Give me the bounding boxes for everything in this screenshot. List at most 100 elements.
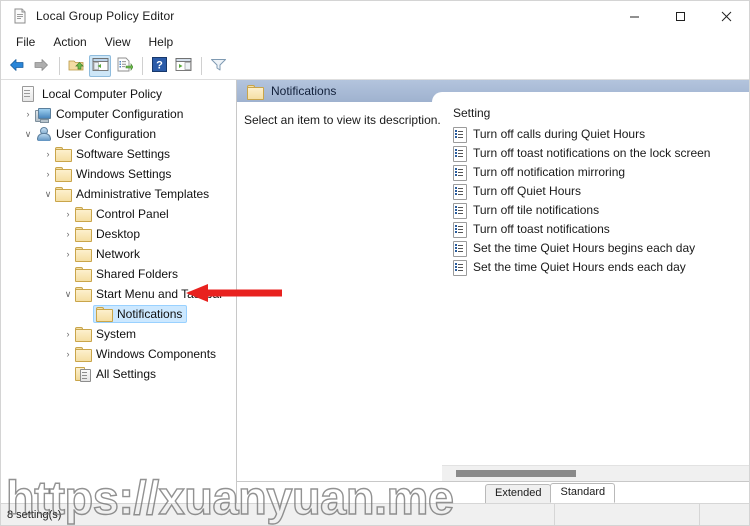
status-divider-2 bbox=[699, 504, 700, 525]
twisty-icon[interactable]: › bbox=[41, 144, 55, 164]
twisty-icon[interactable]: › bbox=[61, 244, 75, 264]
folder-icon bbox=[75, 346, 92, 363]
tree-item-label: User Configuration bbox=[56, 127, 157, 141]
list-item[interactable]: Turn off tile notifications bbox=[442, 201, 749, 220]
menu-file[interactable]: File bbox=[7, 32, 44, 52]
tree-item-windows-components[interactable]: › Windows Components bbox=[1, 344, 236, 364]
column-header-setting[interactable]: Setting bbox=[453, 106, 490, 120]
pane-header: Notifications bbox=[237, 80, 749, 103]
tree-item-all-settings[interactable]: All Settings bbox=[1, 364, 236, 384]
back-button[interactable] bbox=[6, 55, 28, 77]
maximize-button[interactable] bbox=[657, 1, 703, 31]
status-divider-1 bbox=[554, 504, 555, 525]
list-item-label: Turn off toast notifications on the lock… bbox=[473, 146, 711, 160]
settings-list-header: Setting bbox=[442, 102, 749, 124]
list-item[interactable]: Turn off notification mirroring bbox=[442, 163, 749, 182]
horizontal-scrollbar[interactable] bbox=[442, 465, 749, 481]
twisty-icon[interactable] bbox=[61, 264, 75, 284]
tree-item-network[interactable]: › Network bbox=[1, 244, 236, 264]
twisty-icon[interactable]: › bbox=[61, 204, 75, 224]
tree-item-desktop[interactable]: › Desktop bbox=[1, 224, 236, 244]
scrollbar-thumb[interactable] bbox=[456, 470, 576, 477]
tab-standard[interactable]: Standard bbox=[550, 483, 616, 503]
list-item-label: Set the time Quiet Hours ends each day bbox=[473, 260, 686, 274]
twisty-icon[interactable]: ∨ bbox=[61, 284, 75, 304]
tree-item-control-panel[interactable]: › Control Panel bbox=[1, 204, 236, 224]
policy-setting-icon bbox=[453, 165, 467, 181]
settings-list-rows: Turn off calls during Quiet Hours Turn o… bbox=[442, 124, 749, 465]
policy-setting-icon bbox=[453, 184, 467, 200]
tree-item-label: Administrative Templates bbox=[76, 187, 210, 201]
folder-icon bbox=[75, 326, 92, 343]
user-icon bbox=[35, 126, 51, 143]
twisty-icon[interactable]: › bbox=[41, 164, 55, 184]
list-item[interactable]: Turn off toast notifications bbox=[442, 220, 749, 239]
list-item[interactable]: Set the time Quiet Hours begins each day bbox=[442, 239, 749, 258]
tree-item-software-settings[interactable]: › Software Settings bbox=[1, 144, 236, 164]
twisty-icon[interactable]: › bbox=[61, 224, 75, 244]
menu-help[interactable]: Help bbox=[140, 32, 183, 52]
tree-item-local-computer-policy[interactable]: Local Computer Policy bbox=[1, 84, 236, 104]
twisty-icon[interactable]: ∨ bbox=[21, 124, 35, 144]
export-list-button[interactable] bbox=[113, 55, 135, 77]
local-group-policy-editor-window: Local Group Policy Editor File Action Vi… bbox=[0, 0, 750, 526]
tree-item-system[interactable]: › System bbox=[1, 324, 236, 344]
folder-icon bbox=[55, 186, 72, 203]
twisty-icon[interactable] bbox=[7, 84, 21, 104]
tab-extended[interactable]: Extended bbox=[485, 484, 552, 503]
show-hide-action-pane-button[interactable] bbox=[172, 55, 194, 77]
tree-item-label: Windows Components bbox=[96, 347, 217, 361]
folder-icon bbox=[75, 286, 92, 303]
up-one-level-button[interactable] bbox=[65, 55, 87, 77]
details-pane: Notifications Select an item to view its… bbox=[237, 80, 749, 503]
twisty-icon[interactable]: › bbox=[61, 344, 75, 364]
menu-view[interactable]: View bbox=[96, 32, 140, 52]
tree-item-user-configuration[interactable]: ∨ User Configuration bbox=[1, 124, 236, 144]
back-arrow-icon bbox=[8, 57, 26, 76]
policy-setting-icon bbox=[453, 241, 467, 257]
policy-document-icon bbox=[12, 8, 28, 24]
twisty-icon[interactable] bbox=[61, 364, 75, 384]
export-list-icon bbox=[116, 57, 133, 75]
tree-item-computer-configuration[interactable]: › Computer Configuration bbox=[1, 104, 236, 124]
list-item[interactable]: Turn off calls during Quiet Hours bbox=[442, 125, 749, 144]
help-button[interactable]: ? bbox=[148, 55, 170, 77]
tree-item-label: Computer Configuration bbox=[56, 107, 184, 121]
minimize-button[interactable] bbox=[611, 1, 657, 31]
list-item-label: Turn off toast notifications bbox=[473, 222, 610, 236]
show-hide-console-tree-button[interactable] bbox=[89, 55, 111, 77]
list-item[interactable]: Set the time Quiet Hours ends each day bbox=[442, 258, 749, 277]
policy-setting-icon bbox=[453, 146, 467, 162]
tree-item-start-menu-and-taskbar[interactable]: ∨ Start Menu and Taskbar bbox=[1, 284, 236, 304]
description-text: Select an item to view its description. bbox=[244, 113, 441, 127]
list-item-label: Turn off notification mirroring bbox=[473, 165, 626, 179]
forward-button[interactable] bbox=[30, 55, 52, 77]
filter-button[interactable] bbox=[207, 55, 229, 77]
tree-item-administrative-templates[interactable]: ∨ Administrative Templates bbox=[1, 184, 236, 204]
console-tree-icon bbox=[92, 57, 109, 75]
folder-icon bbox=[75, 246, 92, 263]
twisty-icon[interactable]: ∨ bbox=[41, 184, 55, 204]
tree-item-notifications[interactable]: Notifications bbox=[1, 304, 236, 324]
tree-item-label: Start Menu and Taskbar bbox=[96, 287, 224, 301]
close-button[interactable] bbox=[703, 1, 749, 31]
action-pane-icon bbox=[175, 57, 192, 75]
policy-setting-icon bbox=[453, 260, 467, 276]
list-item-label: Turn off calls during Quiet Hours bbox=[473, 127, 646, 141]
title-bar: Local Group Policy Editor bbox=[1, 1, 749, 31]
list-item[interactable]: Turn off toast notifications on the lock… bbox=[442, 144, 749, 163]
tree-item-label: Control Panel bbox=[96, 207, 169, 221]
menu-action[interactable]: Action bbox=[44, 32, 95, 52]
list-item-label: Set the time Quiet Hours begins each day bbox=[473, 241, 696, 255]
folder-icon bbox=[75, 266, 92, 283]
list-item[interactable]: Turn off Quiet Hours bbox=[442, 182, 749, 201]
twisty-icon[interactable]: › bbox=[61, 324, 75, 344]
tree-item-label: Local Computer Policy bbox=[42, 87, 163, 101]
tree-item-shared-folders[interactable]: Shared Folders bbox=[1, 264, 236, 284]
twisty-icon[interactable]: › bbox=[21, 104, 35, 124]
tree-item-windows-settings[interactable]: › Windows Settings bbox=[1, 164, 236, 184]
policy-setting-icon bbox=[453, 222, 467, 238]
window-title: Local Group Policy Editor bbox=[36, 9, 175, 23]
view-tabs: Extended Standard bbox=[237, 481, 749, 503]
computer-icon bbox=[35, 107, 51, 123]
